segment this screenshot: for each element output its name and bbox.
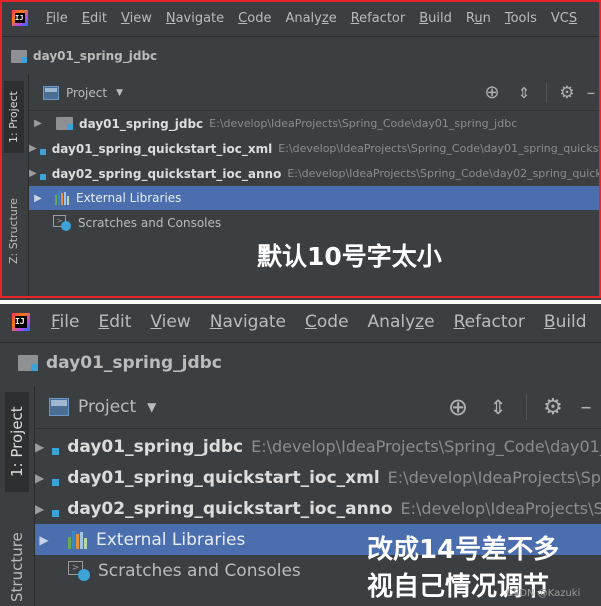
- menu-code[interactable]: Code: [238, 11, 271, 26]
- bottom-ide-screenshot: IJ File Edit View Navigate Code Analyze …: [0, 304, 601, 606]
- breadcrumb-project-name[interactable]: day01_spring_jdbc: [46, 353, 222, 373]
- menu-vcs[interactable]: VCS: [551, 11, 577, 26]
- annotation-top: 默认10号字太小: [257, 242, 442, 271]
- tree-row[interactable]: ▶ day01_spring_jdbc E:\develop\IdeaProje…: [35, 431, 601, 462]
- tool-window-actions: ⊕ ⇕ ⚙ –: [438, 386, 601, 428]
- project-view-icon: [43, 85, 59, 100]
- menu-code[interactable]: Code: [305, 312, 349, 332]
- locate-icon[interactable]: ⊕: [438, 387, 478, 427]
- intellij-logo-icon: IJ: [12, 313, 30, 331]
- expand-arrow-icon[interactable]: ▶: [29, 168, 37, 179]
- module-path: E:\develop\IdeaProjects\Spring_Code\day0…: [251, 437, 601, 456]
- external-libraries-label: External Libraries: [76, 191, 182, 205]
- menu-edit[interactable]: Edit: [82, 11, 107, 26]
- expand-arrow-icon[interactable]: ▶: [35, 440, 44, 454]
- menu-file[interactable]: File: [46, 11, 68, 26]
- expand-arrow-icon[interactable]: ▶: [35, 502, 44, 516]
- chevron-down-icon[interactable]: ▼: [116, 88, 123, 98]
- tree-row-scratches[interactable]: > Scratches and Consoles: [29, 210, 601, 235]
- breadcrumb: day01_spring_jdbc: [0, 342, 601, 383]
- left-tool-strip: 1: Project Structure: [0, 386, 35, 606]
- module-path: E:\develop\IdeaProjects\Spring_Code\day0…: [209, 117, 518, 130]
- top-ide-screenshot: IJ File Edit View Navigate Code Analyze …: [0, 0, 601, 300]
- menu-bar: IJ File Edit View Navigate Code Analyze …: [0, 0, 601, 36]
- collapse-all-icon[interactable]: ⇕: [478, 387, 518, 427]
- hide-icon[interactable]: –: [571, 387, 601, 427]
- library-icon: [68, 530, 88, 549]
- module-folder-icon: [11, 49, 27, 63]
- chevron-down-icon[interactable]: ▼: [147, 400, 156, 414]
- menu-navigate[interactable]: Navigate: [210, 312, 286, 332]
- menu-edit[interactable]: Edit: [98, 312, 131, 332]
- expand-arrow-icon[interactable]: ▶: [35, 471, 44, 485]
- tab-project[interactable]: 1: Project: [5, 392, 29, 492]
- gear-icon[interactable]: ⚙: [535, 387, 571, 427]
- tab-structure[interactable]: Z: Structure: [4, 187, 24, 275]
- tool-window-header: Project ▼ ⊕ ⇕ ⚙ –: [35, 386, 601, 429]
- tab-structure[interactable]: Structure: [5, 532, 29, 606]
- menu-analyze[interactable]: Analyze: [285, 11, 336, 26]
- tree-row[interactable]: ▶ day01_spring_quickstart_ioc_xml E:\dev…: [35, 462, 601, 493]
- module-folder-icon: [56, 117, 73, 130]
- annotation-bottom-line1: 改成14号差不多: [367, 535, 560, 565]
- menu-run[interactable]: Run: [466, 11, 491, 26]
- expand-arrow-icon[interactable]: ▶: [35, 533, 53, 547]
- tree-row[interactable]: ▶ day02_spring_quickstart_ioc_anno E:\de…: [29, 161, 601, 186]
- locate-icon[interactable]: ⊕: [476, 77, 508, 109]
- module-name: day01_spring_jdbc: [67, 436, 244, 457]
- breadcrumb: day01_spring_jdbc: [0, 36, 601, 75]
- breadcrumb-project-name[interactable]: day01_spring_jdbc: [33, 49, 157, 63]
- module-path: E:\develop\IdeaProjects\Spring_Code\day0…: [400, 499, 601, 518]
- menu-refactor[interactable]: Refactor: [454, 312, 525, 332]
- left-tool-strip: 1: Project Z: Structure: [0, 75, 29, 300]
- menu-analyze[interactable]: Analyze: [368, 312, 435, 332]
- hide-icon[interactable]: –: [581, 77, 601, 109]
- scratches-label: Scratches and Consoles: [98, 560, 301, 581]
- external-libraries-label: External Libraries: [96, 529, 246, 550]
- menu-view[interactable]: View: [150, 312, 190, 332]
- menu-view[interactable]: View: [121, 11, 152, 26]
- module-name: day01_spring_quickstart_ioc_xml: [67, 467, 380, 488]
- tree-row-external-libraries[interactable]: ▶ External Libraries: [29, 186, 601, 210]
- menu-bar: IJ File Edit View Navigate Code Analyze …: [0, 304, 601, 340]
- library-icon: [55, 191, 70, 205]
- expand-arrow-icon[interactable]: ▶: [29, 193, 47, 204]
- intellij-logo-icon: IJ: [12, 10, 28, 26]
- module-path: E:\develop\IdeaProjects\Spring_Code\day0…: [287, 167, 601, 180]
- menu-refactor[interactable]: Refactor: [351, 11, 406, 26]
- module-name: day01_spring_quickstart_ioc_xml: [51, 141, 273, 156]
- toolbar-separator: [526, 394, 527, 420]
- tree-row[interactable]: ▶ day01_spring_jdbc E:\develop\IdeaProje…: [29, 111, 601, 136]
- gear-icon[interactable]: ⚙: [553, 77, 581, 109]
- menu-file[interactable]: File: [51, 312, 79, 332]
- menu-navigate[interactable]: Navigate: [166, 11, 224, 26]
- tree-row[interactable]: ▶ day01_spring_quickstart_ioc_xml E:\dev…: [29, 136, 601, 161]
- scratches-label: Scratches and Consoles: [78, 215, 222, 230]
- tool-window-title[interactable]: Project: [66, 86, 107, 100]
- scratches-icon: >: [53, 214, 71, 231]
- menu-build[interactable]: Build: [419, 11, 452, 26]
- module-name: day02_spring_quickstart_ioc_anno: [51, 166, 282, 181]
- collapse-all-icon[interactable]: ⇕: [508, 77, 540, 109]
- module-path: E:\develop\IdeaProjects\Spring_Code\day0…: [387, 468, 601, 487]
- scratches-icon: >: [68, 560, 90, 581]
- menu-tools[interactable]: Tools: [505, 11, 537, 26]
- watermark: CSDN @Kazuki: [506, 588, 581, 599]
- project-view-icon: [49, 398, 69, 416]
- expand-arrow-icon[interactable]: ▶: [29, 143, 37, 154]
- module-folder-icon: [18, 355, 38, 371]
- menu-build[interactable]: Build: [544, 312, 587, 332]
- module-name: day01_spring_jdbc: [79, 116, 204, 131]
- tab-project[interactable]: 1: Project: [4, 81, 24, 153]
- module-path: E:\develop\IdeaProjects\Spring_Code\day0…: [278, 142, 601, 155]
- tool-window-header: Project ▼ ⊕ ⇕ ⚙ –: [29, 75, 601, 111]
- tool-window-actions: ⊕ ⇕ ⚙ –: [476, 75, 601, 110]
- module-name: day02_spring_quickstart_ioc_anno: [67, 498, 393, 519]
- toolbar-separator: [546, 82, 547, 103]
- tool-window-title[interactable]: Project: [78, 397, 136, 417]
- tree-row[interactable]: ▶ day02_spring_quickstart_ioc_anno E:\de…: [35, 493, 601, 524]
- expand-arrow-icon[interactable]: ▶: [29, 118, 47, 129]
